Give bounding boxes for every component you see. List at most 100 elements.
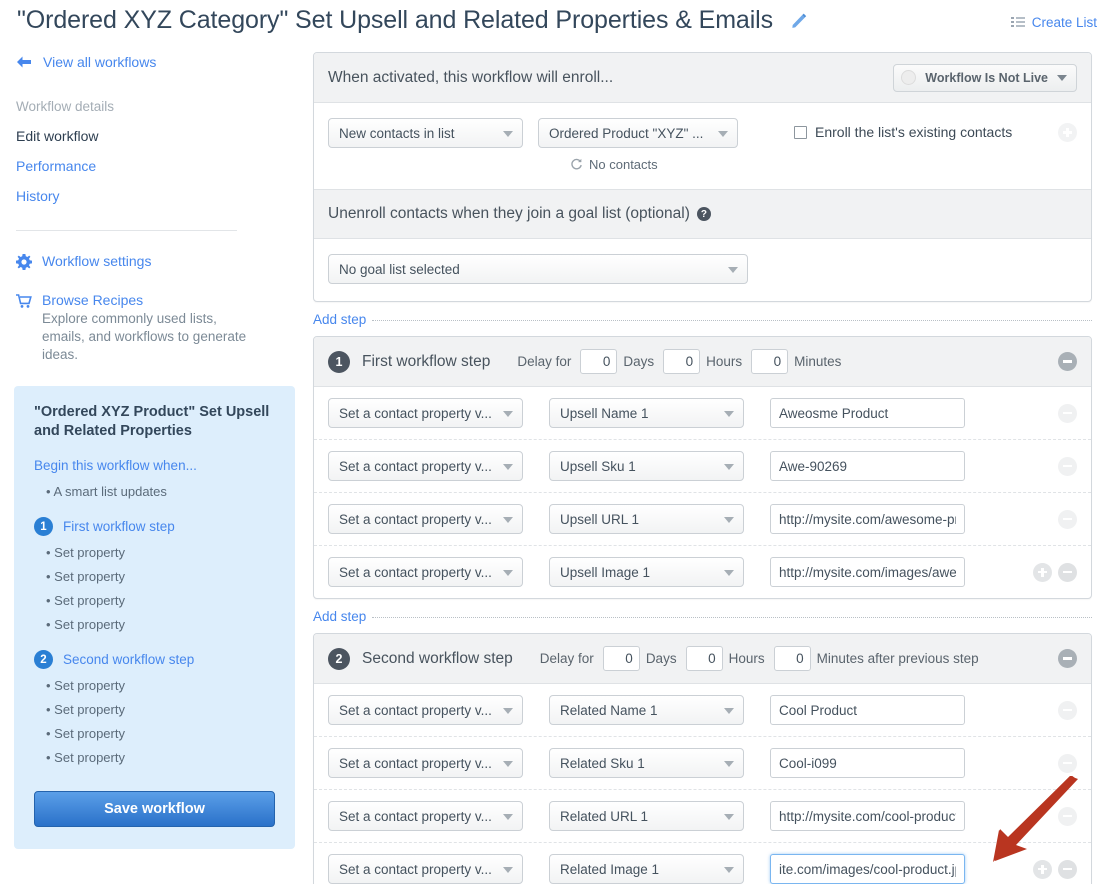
step-1-row-4-actions	[1033, 563, 1077, 582]
create-list-button[interactable]: Create List	[1011, 15, 1097, 30]
add-enrollment-trigger-button[interactable]	[1058, 123, 1077, 142]
step-2-delay-days-input[interactable]	[603, 646, 640, 671]
step-2-row-3-action-select[interactable]: Set a contact property v...	[328, 801, 523, 831]
enrollment-source-select[interactable]: New contacts in list	[328, 118, 523, 148]
remove-step-2-row-1-button[interactable]	[1058, 701, 1077, 720]
remove-step-1-row-1-button[interactable]	[1058, 404, 1077, 423]
question-mark-icon[interactable]: ?	[697, 207, 711, 221]
contacts-count-status[interactable]: No contacts	[570, 157, 766, 172]
sidebar-item-workflow-settings[interactable]: Workflow settings	[16, 253, 300, 270]
step-2-row-4-action-select[interactable]: Set a contact property v...	[328, 854, 523, 884]
add-step-link[interactable]: Add step	[313, 312, 366, 327]
sidebar-item-performance[interactable]: Performance	[16, 158, 300, 174]
step-1-row-3-actions	[1058, 510, 1077, 529]
chevron-down-icon	[724, 411, 734, 417]
step-1-title: First workflow step	[362, 353, 490, 371]
step-2-row-1-action-select[interactable]: Set a contact property v...	[328, 695, 523, 725]
back-arrow-icon	[16, 55, 32, 69]
step-2-action-row-1: Set a contact property v... Related Name…	[314, 684, 1091, 737]
remove-step-1-row-4-button[interactable]	[1058, 563, 1077, 582]
chevron-down-icon	[503, 708, 513, 714]
step-1-row-4-property-select[interactable]: Upsell Image 1	[549, 557, 744, 587]
sidebar-item-browse-recipes[interactable]: Browse Recipes	[16, 292, 300, 309]
step-1-row-1-value-input[interactable]	[770, 398, 965, 428]
remove-step-2-row-2-button[interactable]	[1058, 754, 1077, 773]
step-1-row-3-value-input[interactable]	[770, 504, 965, 534]
chevron-down-icon	[718, 131, 728, 137]
add-step-1-row-button[interactable]	[1033, 563, 1052, 582]
step-2-row-4-property-select[interactable]: Related Image 1	[549, 854, 744, 884]
enrollment-card-body: New contacts in list Ordered Product "XY…	[314, 103, 1091, 189]
recipe-step-1-prop-4: • Set property	[46, 617, 275, 632]
sidebar-item-history[interactable]: History	[16, 188, 300, 204]
step-2-delay-hours-input[interactable]	[686, 646, 723, 671]
step-1-row-2-property-select[interactable]: Upsell Sku 1	[549, 451, 744, 481]
add-step-link[interactable]: Add step	[313, 609, 366, 624]
enrollment-list-select[interactable]: Ordered Product "XYZ" ...	[538, 118, 738, 148]
recipe-step-2[interactable]: 2 Second workflow step	[34, 650, 275, 669]
step-1-row-1-action-select[interactable]: Set a contact property v...	[328, 398, 523, 428]
chevron-down-icon	[503, 761, 513, 767]
goal-list-header: Unenroll contacts when they join a goal …	[314, 189, 1091, 239]
step-2-row-2-value-input[interactable]	[770, 748, 965, 778]
step-2-row-4-value-input[interactable]	[770, 854, 965, 884]
delay-label: Delay for	[540, 651, 594, 666]
workflow-live-toggle[interactable]: Workflow Is Not Live	[893, 64, 1077, 92]
main-content: When activated, this workflow will enrol…	[313, 52, 1092, 884]
step-1-row-2-value-input[interactable]	[770, 451, 965, 481]
remove-step-2-button[interactable]	[1058, 649, 1077, 668]
remove-step-1-row-3-button[interactable]	[1058, 510, 1077, 529]
step-1-row-3-property-select[interactable]: Upsell URL 1	[549, 504, 744, 534]
sidebar-divider	[16, 230, 237, 231]
step-2-row-4-actions	[1033, 860, 1077, 879]
recipe-step-1[interactable]: 1 First workflow step	[34, 517, 275, 536]
enrollment-card-header: When activated, this workflow will enrol…	[314, 53, 1091, 103]
step-1-delay-hours-input[interactable]	[663, 349, 700, 374]
step-1-row-2-action-select[interactable]: Set a contact property v...	[328, 451, 523, 481]
step-2-title: Second workflow step	[362, 650, 513, 668]
step-1-row-3-property-value: Upsell URL 1	[560, 512, 639, 527]
add-step-2-row-button[interactable]	[1033, 860, 1052, 879]
step-2-row-1-property-value: Related Name 1	[560, 703, 658, 718]
remove-step-2-row-4-button[interactable]	[1058, 860, 1077, 879]
delay-minutes-unit: Minutes after previous step	[817, 651, 979, 666]
remove-step-2-row-3-button[interactable]	[1058, 807, 1077, 826]
remove-step-1-row-2-button[interactable]	[1058, 457, 1077, 476]
delay-hours-unit: Hours	[706, 354, 742, 369]
step-2-row-1-property-select[interactable]: Related Name 1	[549, 695, 744, 725]
step-1-delay-minutes-input[interactable]	[751, 349, 788, 374]
goal-list-select[interactable]: No goal list selected	[328, 254, 748, 284]
sidebar-item-edit-workflow[interactable]: Edit workflow	[16, 128, 300, 144]
step-1-row-4-value-input[interactable]	[770, 557, 965, 587]
step-1-delay-days-input[interactable]	[580, 349, 617, 374]
remove-step-1-button[interactable]	[1058, 352, 1077, 371]
chevron-down-icon	[724, 517, 734, 523]
recipe-trigger-bullet: • A smart list updates	[46, 484, 275, 499]
step-1-action-row-3: Set a contact property v... Upsell URL 1	[314, 493, 1091, 546]
view-all-workflows-link[interactable]: View all workflows	[16, 54, 300, 70]
chevron-down-icon	[724, 761, 734, 767]
refresh-icon	[570, 158, 583, 171]
recipe-begin-link[interactable]: Begin this workflow when...	[34, 458, 275, 473]
step-2-row-3-property-select[interactable]: Related URL 1	[549, 801, 744, 831]
pencil-icon[interactable]	[790, 11, 808, 29]
recipe-summary-panel: "Ordered XYZ Product" Set Upsell and Rel…	[14, 386, 295, 849]
chevron-down-icon	[503, 570, 513, 576]
step-1-row-4-action-value: Set a contact property v...	[339, 565, 492, 580]
step-2-delay-minutes-input[interactable]	[774, 646, 811, 671]
step-1-row-3-action-select[interactable]: Set a contact property v...	[328, 504, 523, 534]
step-2-row-1-actions	[1058, 701, 1077, 720]
step-2-row-3-value-input[interactable]	[770, 801, 965, 831]
step-2-row-1-value-input[interactable]	[770, 695, 965, 725]
step-1-row-4-action-select[interactable]: Set a contact property v...	[328, 557, 523, 587]
step-2-row-2-property-select[interactable]: Related Sku 1	[549, 748, 744, 778]
goal-list-heading: Unenroll contacts when they join a goal …	[328, 205, 690, 223]
step-1-action-row-4: Set a contact property v... Upsell Image…	[314, 546, 1091, 598]
step-1-row-1-property-select[interactable]: Upsell Name 1	[549, 398, 744, 428]
step-2-row-2-action-select[interactable]: Set a contact property v...	[328, 748, 523, 778]
save-workflow-button[interactable]: Save workflow	[34, 791, 275, 827]
enrollment-heading: When activated, this workflow will enrol…	[328, 69, 613, 87]
enroll-existing-checkbox[interactable]	[794, 126, 807, 139]
recipe-step-2-prop-4: • Set property	[46, 750, 275, 765]
add-step-row-1: Add step	[313, 312, 1092, 327]
